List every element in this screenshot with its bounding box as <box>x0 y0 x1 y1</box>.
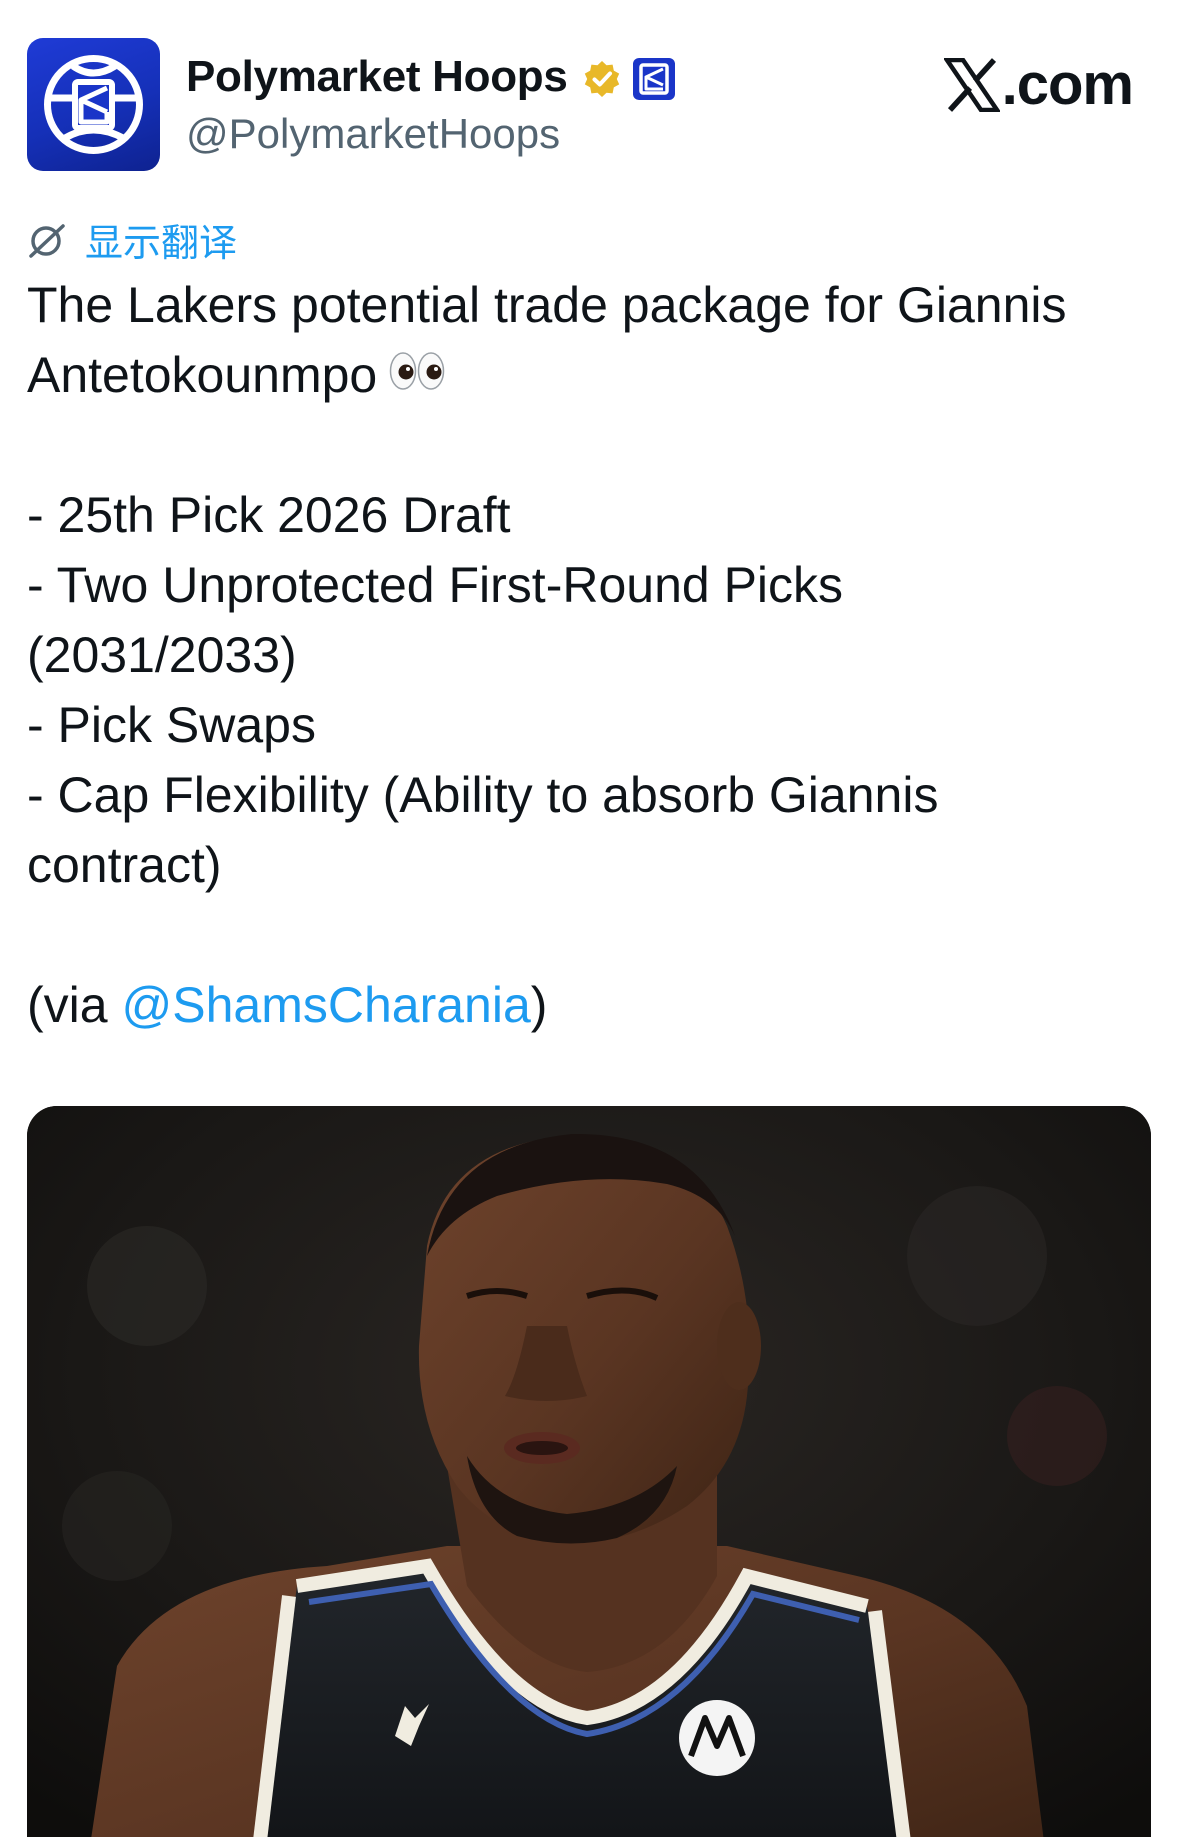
account-handle[interactable]: @PolymarketHoops <box>186 110 560 158</box>
trade-item: - Cap Flexibility (Ability to absorb Gia… <box>27 767 939 823</box>
via-prefix: (via <box>27 977 122 1033</box>
show-translation-link[interactable]: 显示翻译 <box>27 212 237 267</box>
eyes-emoji-icon <box>389 340 445 410</box>
basketball-player-photo <box>27 1106 1151 1837</box>
via-suffix: ) <box>530 977 548 1033</box>
verified-badge-icon[interactable] <box>582 59 622 99</box>
trade-item: - Pick Swaps <box>27 697 316 753</box>
affiliate-badge-icon[interactable] <box>632 57 676 101</box>
tweet-photo[interactable] <box>27 1106 1151 1837</box>
polymarket-basketball-logo-icon <box>44 55 143 154</box>
tweet-text: The Lakers potential trade package for G… <box>27 270 1147 1040</box>
badge-group <box>582 56 676 102</box>
tweet-card: Polymarket Hoops @PolymarketHoops .com 显… <box>0 0 1179 1837</box>
via-credit: (via @ShamsCharania) <box>27 970 1147 1040</box>
tweet-line: Antetokounmpo <box>27 340 1147 410</box>
account-avatar[interactable] <box>27 38 160 171</box>
translate-icon <box>29 223 65 258</box>
trade-item: contract) <box>27 837 222 893</box>
show-translation-label[interactable]: 显示翻译 <box>85 212 237 267</box>
mention-link[interactable]: @ShamsCharania <box>121 977 530 1033</box>
tweet-line-text: Antetokounmpo <box>27 347 378 403</box>
tweet-line: The Lakers potential trade package for G… <box>27 277 1067 333</box>
trade-item: - 25th Pick 2026 Draft <box>27 487 511 543</box>
trade-item: (2031/2033) <box>27 627 297 683</box>
trade-item: - Two Unprotected First-Round Picks <box>27 557 844 613</box>
site-logo-text: .com <box>1001 52 1134 117</box>
site-logo: .com <box>943 52 1134 117</box>
x-icon <box>943 58 1000 112</box>
account-display-name[interactable]: Polymarket Hoops <box>186 52 568 102</box>
